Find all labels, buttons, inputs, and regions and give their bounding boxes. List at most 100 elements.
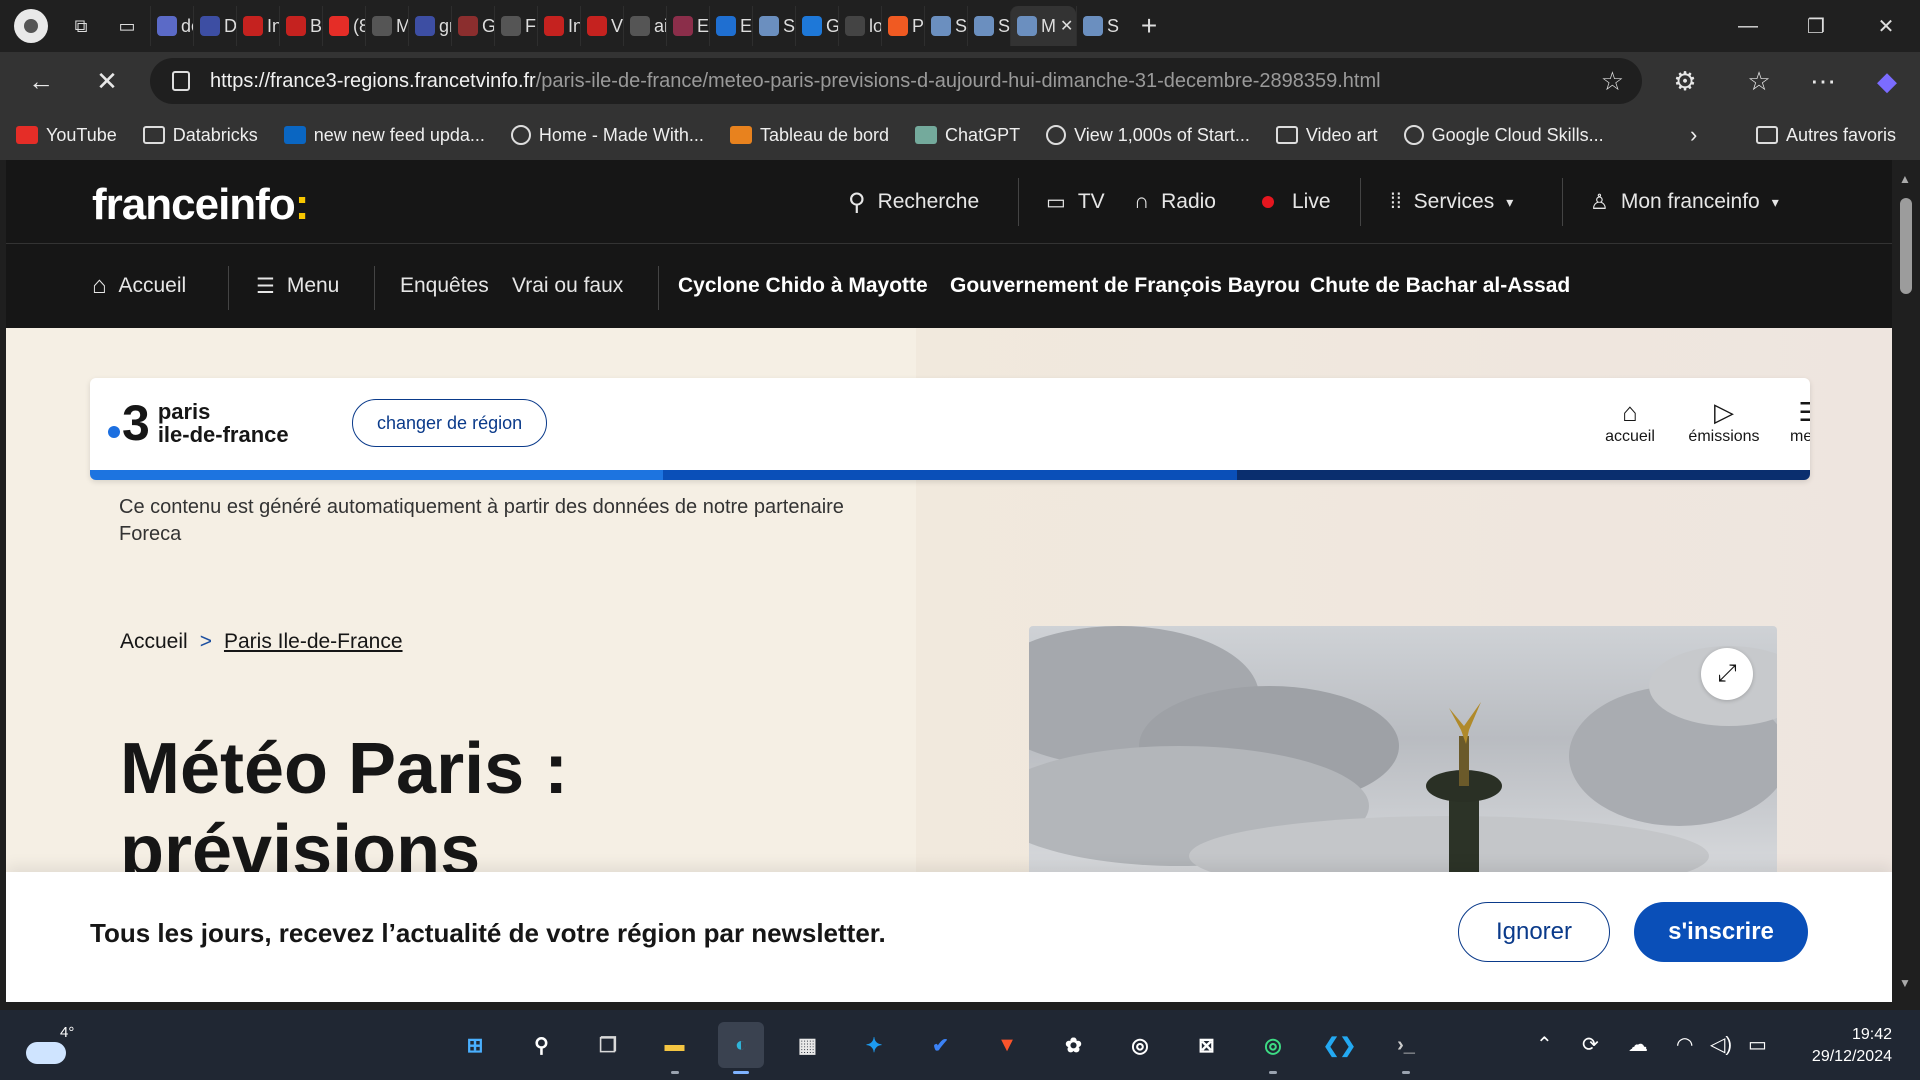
- battery-icon[interactable]: ▭: [1748, 1032, 1767, 1057]
- home-link[interactable]: ⌂ Accueil: [92, 244, 186, 328]
- browser-tab-active[interactable]: M ✕: [1010, 6, 1076, 46]
- ignore-button[interactable]: Ignorer: [1458, 902, 1610, 962]
- browser-tab[interactable]: Sc: [967, 6, 1010, 46]
- wifi-icon[interactable]: ◠: [1676, 1032, 1693, 1057]
- terminal-icon[interactable]: ›_: [1383, 1022, 1429, 1074]
- browser-tab[interactable]: gr: [408, 6, 451, 46]
- browser-tab[interactable]: Sc: [1076, 6, 1119, 46]
- chevron-right-icon[interactable]: ›: [1690, 122, 1697, 148]
- breadcrumb-home[interactable]: Accueil: [120, 630, 188, 654]
- close-tab-icon[interactable]: ✕: [1060, 16, 1073, 36]
- minimize-button[interactable]: —: [1714, 0, 1782, 52]
- page-scrollbar[interactable]: ▲ ▼: [1892, 160, 1920, 1002]
- browser-tab[interactable]: Pa: [881, 6, 924, 46]
- close-window-button[interactable]: ✕: [1852, 0, 1920, 52]
- twitter-icon[interactable]: ✦: [851, 1022, 897, 1068]
- back-button[interactable]: ←: [18, 61, 64, 101]
- vscode-icon[interactable]: ❮❯: [1317, 1022, 1363, 1068]
- bookmark-item[interactable]: YouTube: [16, 125, 117, 146]
- restore-button[interactable]: ❐: [1782, 0, 1850, 52]
- extensions-icon[interactable]: ⚙: [1662, 61, 1708, 101]
- tab-actions-icon[interactable]: ▭: [104, 6, 150, 46]
- copilot-icon[interactable]: ◆: [1864, 61, 1910, 101]
- bookmark-item[interactable]: ChatGPT: [915, 125, 1020, 146]
- topic-link-assad[interactable]: Chute de Bachar al-Assad: [1310, 244, 1570, 328]
- change-region-button[interactable]: changer de région: [352, 399, 548, 447]
- bookmark-item[interactable]: View 1,000s of Start...: [1046, 125, 1250, 146]
- task-view-icon[interactable]: ❐: [585, 1022, 631, 1068]
- other-favorites[interactable]: Autres favoris: [1756, 125, 1896, 146]
- browser-tab[interactable]: Ex: [709, 6, 752, 46]
- onedrive-icon[interactable]: ☁: [1628, 1032, 1648, 1057]
- start-icon[interactable]: ⊞: [452, 1022, 498, 1068]
- breadcrumb-current[interactable]: Paris Ile-de-France: [224, 630, 403, 654]
- weather-widget[interactable]: 4°: [26, 1018, 74, 1064]
- more-options-icon[interactable]: ⋯: [1800, 61, 1846, 101]
- search-link[interactable]: ⚲ Recherche: [848, 160, 979, 244]
- account-menu[interactable]: ♙ Mon franceinfo ▾: [1590, 160, 1779, 244]
- browser-tab[interactable]: Sc: [752, 6, 795, 46]
- brave-icon[interactable]: ▼: [984, 1022, 1030, 1068]
- app-icon[interactable]: ◎: [1250, 1022, 1296, 1074]
- browser-tab[interactable]: Sc: [924, 6, 967, 46]
- sync-icon[interactable]: ⟳: [1582, 1032, 1599, 1057]
- services-menu[interactable]: ⁞⁞ Services ▾: [1390, 160, 1513, 244]
- todo-icon[interactable]: ✔: [918, 1022, 964, 1068]
- store-icon[interactable]: ▦: [785, 1022, 831, 1068]
- profile-avatar[interactable]: [14, 9, 48, 43]
- scroll-up-icon[interactable]: ▲: [1899, 172, 1911, 186]
- browser-tab[interactable]: Ec: [666, 6, 709, 46]
- subscribe-button[interactable]: s'inscrire: [1634, 902, 1808, 962]
- bookmark-item[interactable]: Home - Made With...: [510, 125, 704, 146]
- browser-tab[interactable]: V: [580, 6, 623, 46]
- scroll-down-icon[interactable]: ▼: [1899, 976, 1911, 990]
- lock-icon[interactable]: [172, 71, 190, 91]
- file-explorer-icon[interactable]: ▬: [652, 1022, 698, 1074]
- enquetes-link[interactable]: Enquêtes: [400, 244, 489, 328]
- topic-link-cyclone[interactable]: Cyclone Chido à Mayotte: [678, 244, 928, 328]
- bookmark-item[interactable]: Video art: [1275, 125, 1378, 146]
- tv-link[interactable]: ▭ TV: [1046, 160, 1105, 244]
- chevron-up-icon[interactable]: ⌃: [1536, 1032, 1553, 1057]
- region-emissions-link[interactable]: ▷ émissions: [1684, 396, 1764, 446]
- menu-button[interactable]: ☰ Menu: [256, 244, 339, 328]
- topic-link-gouvernement[interactable]: Gouvernement de François Bayrou: [950, 244, 1300, 328]
- bookmark-item[interactable]: Tableau de bord: [729, 125, 889, 146]
- browser-tab[interactable]: Fi: [494, 6, 537, 46]
- browser-tab[interactable]: ai: [623, 6, 666, 46]
- expand-image-button[interactable]: ⤢: [1701, 648, 1753, 700]
- app-icon[interactable]: ◎: [1117, 1022, 1163, 1068]
- edge-icon[interactable]: ◐: [718, 1022, 764, 1074]
- browser-tab[interactable]: (8: [322, 6, 365, 46]
- live-link[interactable]: Live: [1262, 160, 1331, 244]
- radio-link[interactable]: ∩ Radio: [1134, 160, 1216, 244]
- new-tab-button[interactable]: +: [1129, 6, 1169, 46]
- chatgpt-icon[interactable]: ✿: [1051, 1022, 1097, 1068]
- browser-tab[interactable]: D: [193, 6, 236, 46]
- bookmark-item[interactable]: Databricks: [142, 125, 258, 146]
- clock[interactable]: 19:42 29/12/2024: [1786, 1024, 1892, 1068]
- browser-tab[interactable]: M: [365, 6, 408, 46]
- region-home-link[interactable]: ⌂ accueil: [1590, 396, 1670, 446]
- browser-tab[interactable]: lo: [838, 6, 881, 46]
- favorites-icon[interactable]: ☆: [1736, 61, 1782, 101]
- workspaces-icon[interactable]: ⧉: [58, 6, 104, 46]
- bookmark-item[interactable]: new new feed upda...: [283, 125, 485, 146]
- region-menu-button[interactable]: ☰ menu: [1770, 396, 1810, 446]
- france3-region-logo[interactable]: 3 paris ile-de-france: [108, 398, 289, 448]
- favorite-star-icon[interactable]: ☆: [1601, 66, 1624, 97]
- bookmark-item[interactable]: Google Cloud Skills...: [1403, 125, 1604, 146]
- browser-tab[interactable]: G: [795, 6, 838, 46]
- capcut-icon[interactable]: ⊠: [1184, 1022, 1230, 1068]
- scrollbar-thumb[interactable]: [1900, 198, 1912, 294]
- franceinfo-logo[interactable]: franceinfo:: [92, 180, 309, 230]
- browser-tab[interactable]: G: [451, 6, 494, 46]
- browser-tab[interactable]: Bo: [279, 6, 322, 46]
- address-bar[interactable]: https://france3-regions.francetvinfo.fr/…: [150, 58, 1642, 104]
- vrai-faux-link[interactable]: Vrai ou faux: [512, 244, 623, 328]
- search-icon[interactable]: ⚲: [519, 1022, 565, 1068]
- browser-tab[interactable]: In: [236, 6, 279, 46]
- stop-loading-button[interactable]: ✕: [84, 61, 130, 101]
- browser-tab[interactable]: de: [150, 6, 193, 46]
- browser-tab[interactable]: In: [537, 6, 580, 46]
